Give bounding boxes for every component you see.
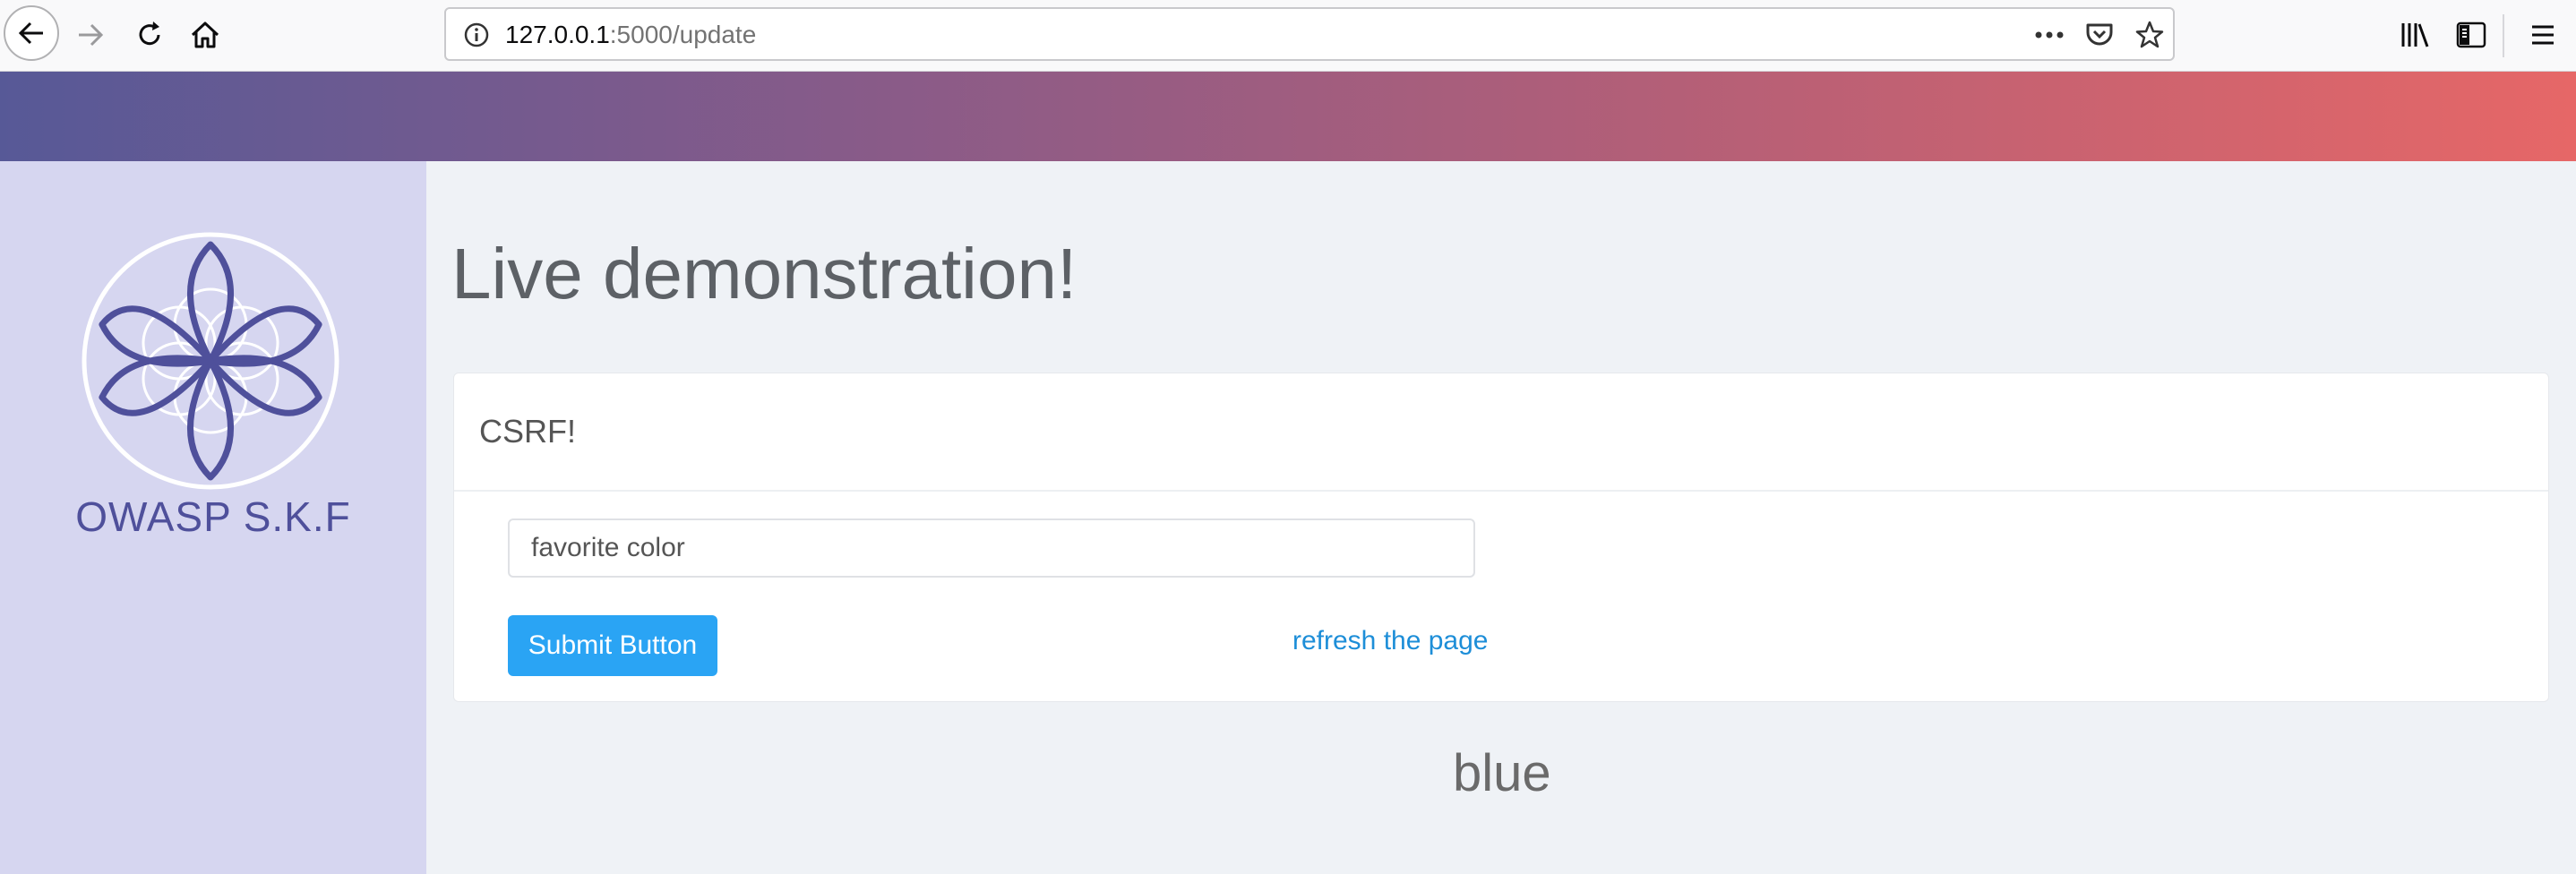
- url-text[interactable]: 127.0.0.1:5000/update: [505, 21, 756, 49]
- hamburger-menu-icon: [2532, 25, 2554, 45]
- url-host: 127.0.0.1: [505, 21, 610, 48]
- sidebar-toggle-button[interactable]: [2442, 5, 2501, 64]
- library-icon: [2401, 23, 2429, 47]
- address-bar[interactable]: 127.0.0.1:5000/update: [444, 7, 2175, 61]
- page-title: Live demonstration!: [451, 234, 1078, 313]
- brand-name: OWASP S.K.F: [75, 493, 351, 540]
- card-title: CSRF!: [479, 413, 576, 450]
- url-path: :5000/update: [609, 21, 757, 48]
- card-header: CSRF!: [454, 373, 2548, 492]
- sidebar-icon: [2456, 21, 2486, 48]
- page-actions-icon[interactable]: [2031, 17, 2067, 53]
- library-button[interactable]: [2386, 5, 2445, 64]
- favorite-color-input[interactable]: [508, 518, 1475, 578]
- forward-button[interactable]: [61, 5, 120, 64]
- refresh-page-link[interactable]: refresh the page: [1292, 626, 1488, 656]
- toolbar-separator: [2503, 14, 2504, 57]
- submit-button[interactable]: Submit Button: [508, 615, 717, 676]
- result-text: blue: [1453, 744, 1551, 802]
- owasp-skf-logo: [82, 232, 339, 490]
- browser-toolbar: 127.0.0.1:5000/update: [0, 0, 2576, 72]
- back-button[interactable]: [4, 5, 59, 61]
- menu-button[interactable]: [2513, 5, 2572, 64]
- bookmark-star-icon[interactable]: [2132, 17, 2168, 53]
- header-banner: [0, 72, 2576, 161]
- arrow-left-icon: [18, 21, 43, 45]
- home-button[interactable]: [176, 5, 235, 64]
- info-icon[interactable]: [459, 17, 494, 53]
- reload-button[interactable]: [120, 5, 179, 64]
- csrf-card: CSRF! Submit Button refresh the page: [453, 373, 2549, 702]
- home-icon: [191, 21, 219, 48]
- arrow-right-icon: [79, 23, 104, 47]
- reload-icon: [139, 21, 160, 46]
- pocket-icon[interactable]: [2082, 17, 2117, 53]
